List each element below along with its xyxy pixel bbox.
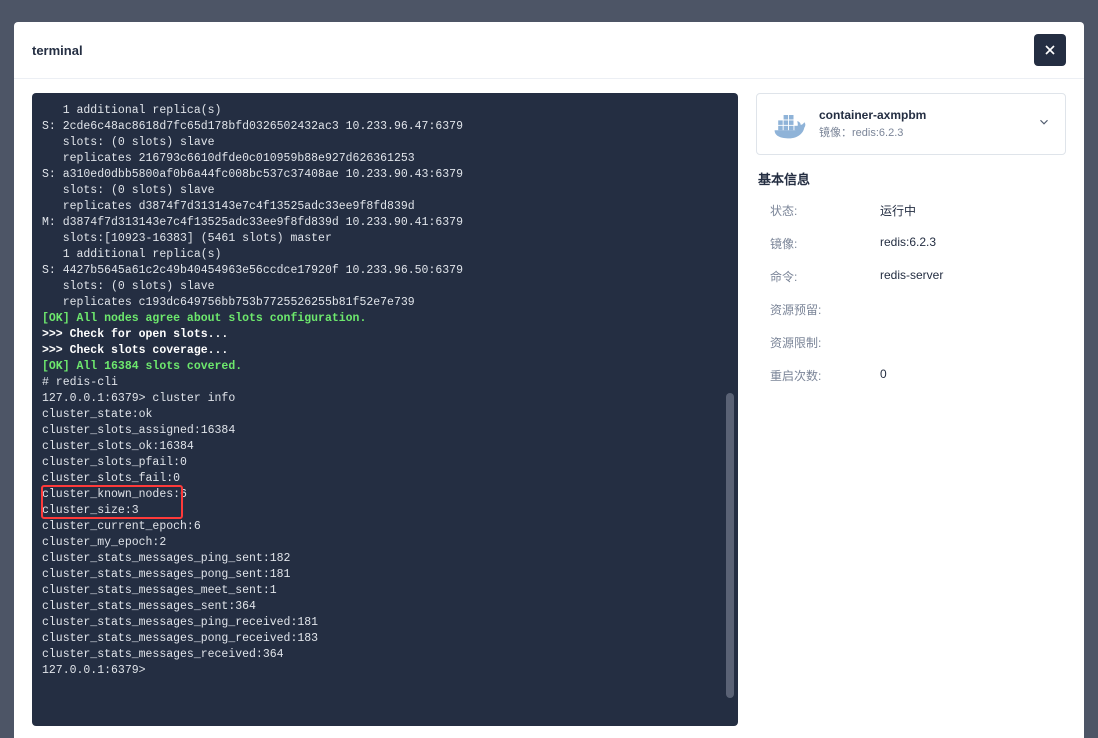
terminal-line: S: 2cde6c48ac8618d7fc65d178bfd0326502432… [42, 119, 728, 135]
terminal-line: cluster_stats_messages_meet_sent:1 [42, 583, 728, 599]
terminal-modal: terminal 1 additional replica(s)S: 2cde6… [14, 22, 1084, 738]
container-subtitle: 镜像：redis:6.2.3 [819, 124, 1025, 140]
terminal-line: 127.0.0.1:6379> cluster info [42, 391, 728, 407]
info-value [880, 301, 1066, 318]
info-value: 运行中 [880, 202, 1066, 219]
container-sub-value: redis:6.2.3 [852, 127, 903, 139]
terminal-line: cluster_stats_messages_ping_sent:182 [42, 551, 728, 567]
scrollbar[interactable] [726, 393, 734, 698]
info-section-title: 基本信息 [756, 169, 1066, 188]
container-selector[interactable]: container-axmpbm 镜像：redis:6.2.3 [756, 93, 1066, 155]
terminal-line: >>> Check slots coverage... [42, 343, 728, 359]
info-value [880, 334, 1066, 351]
terminal-line: cluster_stats_messages_received:364 [42, 647, 728, 663]
info-label: 资源预留: [770, 301, 880, 318]
info-label: 资源限制: [770, 334, 880, 351]
terminal-line: cluster_current_epoch:6 [42, 519, 728, 535]
info-label: 镜像: [770, 235, 880, 252]
info-label: 命令: [770, 268, 880, 285]
terminal-line: cluster_stats_messages_ping_received:181 [42, 615, 728, 631]
terminal-line: cluster_slots_assigned:16384 [42, 423, 728, 439]
terminal-line: # redis-cli [42, 375, 728, 391]
terminal-line: cluster_slots_fail:0 [42, 471, 728, 487]
terminal-line: 1 additional replica(s) [42, 247, 728, 263]
info-value: 0 [880, 367, 1066, 384]
terminal-line: M: d3874f7d313143e7c4f13525adc33ee9f8fd8… [42, 215, 728, 231]
terminal-line: cluster_stats_messages_sent:364 [42, 599, 728, 615]
terminal-line: replicates d3874f7d313143e7c4f13525adc33… [42, 199, 728, 215]
terminal-line: cluster_stats_messages_pong_sent:181 [42, 567, 728, 583]
container-sub-prefix: 镜像： [819, 127, 852, 139]
terminal-line: cluster_slots_ok:16384 [42, 439, 728, 455]
modal-body: 1 additional replica(s)S: 2cde6c48ac8618… [14, 79, 1084, 738]
terminal-line: cluster_slots_pfail:0 [42, 455, 728, 471]
terminal-line: S: 4427b5645a61c2c49b40454963e56ccdce179… [42, 263, 728, 279]
info-grid: 状态:运行中镜像:redis:6.2.3命令:redis-server资源预留:… [756, 202, 1066, 384]
info-label: 重启次数: [770, 367, 880, 384]
terminal-line: slots:[10923-16383] (5461 slots) master [42, 231, 728, 247]
terminal-line: slots: (0 slots) slave [42, 183, 728, 199]
close-icon [1042, 42, 1058, 58]
docker-icon [771, 106, 807, 142]
terminal-line: cluster_size:3 [42, 503, 728, 519]
terminal-panel: 1 additional replica(s)S: 2cde6c48ac8618… [32, 93, 738, 726]
terminal-line: S: a310ed0dbb5800af0b6a44fc008bc537c3740… [42, 167, 728, 183]
info-value: redis:6.2.3 [880, 235, 1066, 252]
terminal-line: replicates c193dc649756bb753b7725526255b… [42, 295, 728, 311]
chevron-down-icon [1037, 115, 1051, 134]
terminal-line: [OK] All nodes agree about slots configu… [42, 311, 728, 327]
terminal-line: 1 additional replica(s) [42, 103, 728, 119]
terminal-line: replicates 216793c6610dfde0c010959b88e92… [42, 151, 728, 167]
container-info: container-axmpbm 镜像：redis:6.2.3 [819, 108, 1025, 140]
close-button[interactable] [1034, 34, 1066, 66]
terminal-line: cluster_state:ok [42, 407, 728, 423]
terminal-line: cluster_stats_messages_pong_received:183 [42, 631, 728, 647]
container-name: container-axmpbm [819, 108, 1025, 122]
info-value: redis-server [880, 268, 1066, 285]
side-panel: container-axmpbm 镜像：redis:6.2.3 基本信息 状态:… [756, 93, 1066, 726]
terminal-line: slots: (0 slots) slave [42, 279, 728, 295]
terminal-line: slots: (0 slots) slave [42, 135, 728, 151]
info-label: 状态: [770, 202, 880, 219]
modal-header: terminal [14, 22, 1084, 79]
terminal-line: cluster_my_epoch:2 [42, 535, 728, 551]
terminal-line: 127.0.0.1:6379> [42, 663, 728, 679]
terminal-output[interactable]: 1 additional replica(s)S: 2cde6c48ac8618… [42, 103, 734, 716]
terminal-line: cluster_known_nodes:6 [42, 487, 728, 503]
modal-title: terminal [32, 43, 83, 58]
terminal-line: [OK] All 16384 slots covered. [42, 359, 728, 375]
terminal-line: >>> Check for open slots... [42, 327, 728, 343]
